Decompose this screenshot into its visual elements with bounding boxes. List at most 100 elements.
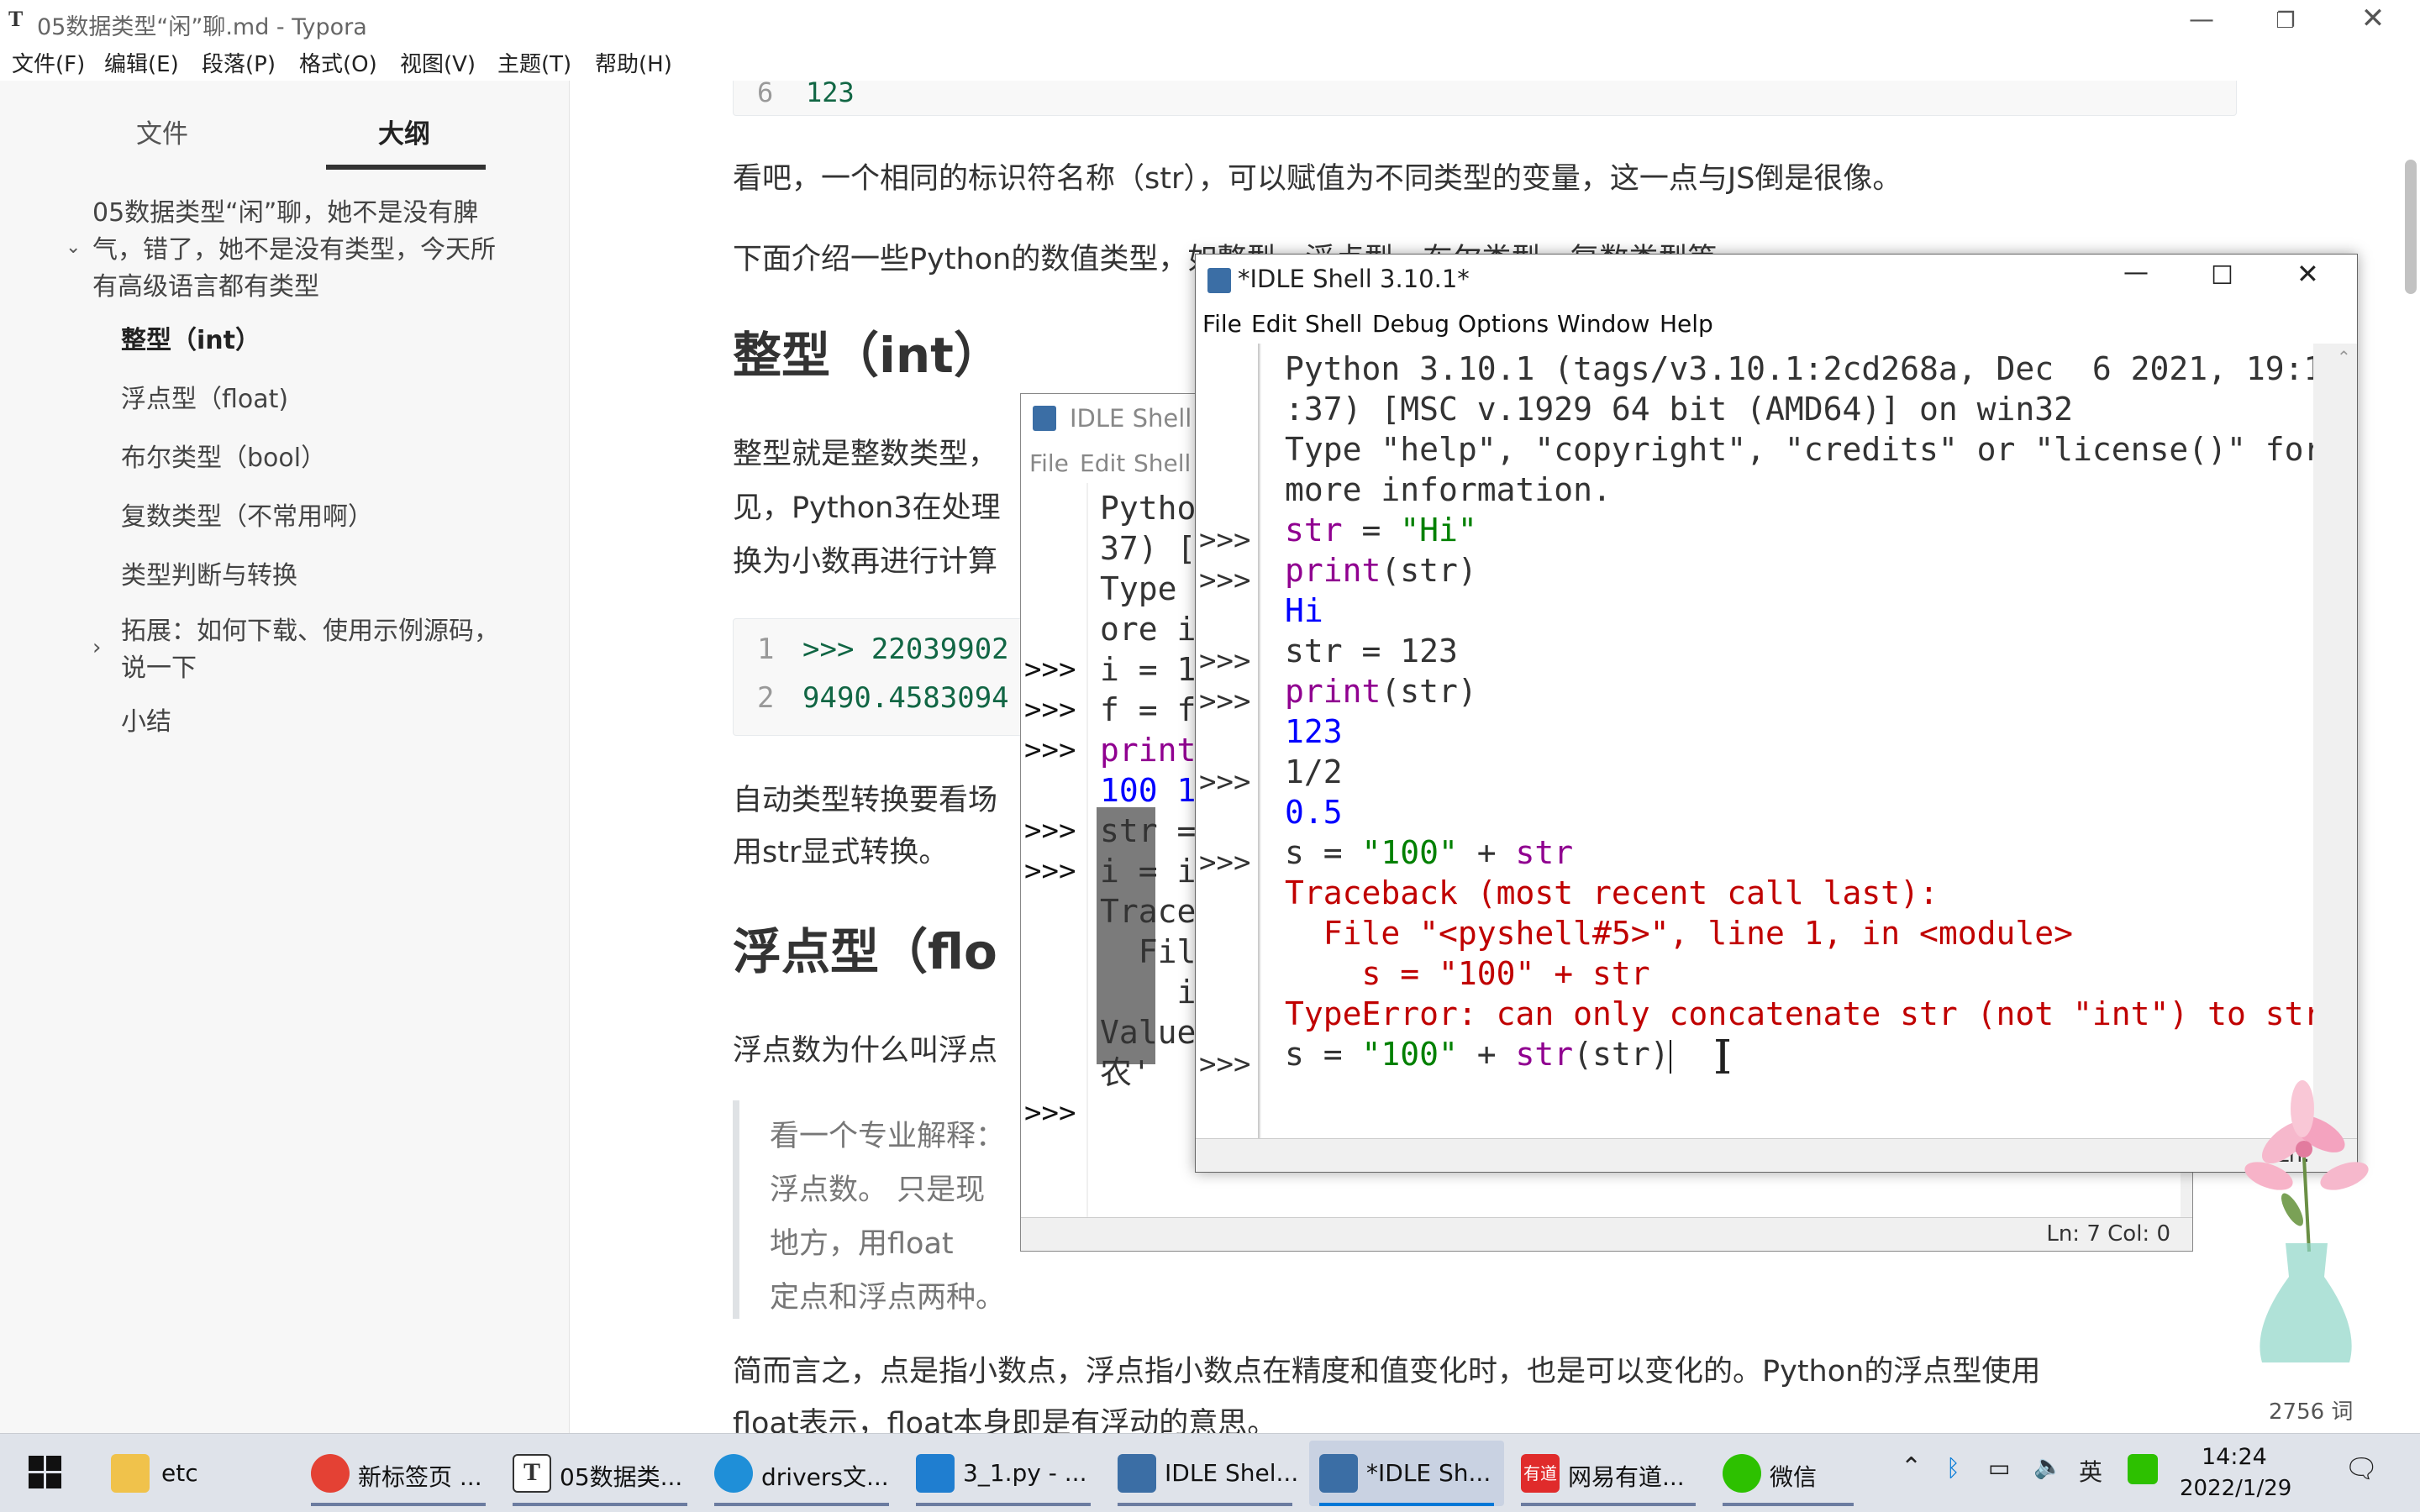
word-count[interactable]: 2756 词 <box>2269 1394 2353 1425</box>
tab-outline[interactable]: 大纲 <box>378 113 430 150</box>
idle-back-prompt-gutter: >>> >>> >>> >>> >>> >>> <box>1021 483 1086 1219</box>
shell-scrollbar[interactable]: ⌃ <box>2332 344 2357 1140</box>
error-line: TypeError: can only concatenate str (not… <box>1285 995 2313 1032</box>
clock-time[interactable]: 14:24 <box>2202 1444 2267 1470</box>
taskbar-label: etc <box>161 1459 198 1487</box>
taskbar-item-etc[interactable]: etc <box>99 1441 294 1506</box>
taskbar-label: 3_1.py - ... <box>963 1459 1087 1487</box>
menu-debug[interactable]: Debug <box>1372 310 1449 338</box>
scroll-up-icon[interactable]: ⌃ <box>2337 347 2351 367</box>
menu-edit[interactable]: Edit <box>1080 449 1125 477</box>
outline-item-extension[interactable]: 拓展：如何下载、使用示例源码， <box>121 613 499 650</box>
ime-indicator[interactable]: 英 <box>2079 1454 2102 1488</box>
outline-item-float[interactable]: 浮点型（float) <box>121 381 288 418</box>
outline-item-extension-line2[interactable]: 说一下 <box>121 650 197 687</box>
browser-icon <box>311 1454 350 1493</box>
typora-logo-icon: T <box>8 7 24 31</box>
idle-shell-window[interactable]: *IDLE Shell 3.10.1* — ☐ ✕ File Edit Shel… <box>1195 254 2358 1173</box>
tab-files[interactable]: 文件 <box>136 113 188 150</box>
shell-output-line: 123 <box>1285 713 1343 750</box>
menu-edit[interactable]: Edit <box>1251 310 1297 338</box>
shell-input-line-current[interactable]: s = "100" + str(str) <box>1285 1034 1671 1074</box>
bluetooth-icon[interactable]: ᛒ <box>1946 1454 1960 1482</box>
maximize-button[interactable]: ☐ <box>2211 261 2233 291</box>
idle-menubar: File Edit Shell Debug Options Window Hel… <box>1196 305 2357 344</box>
taskbar-item-browser[interactable]: 新标签页 ... <box>301 1441 496 1506</box>
prompt: >>> <box>1024 733 1076 767</box>
outline-item-complex[interactable]: 复数类型（不常用啊） <box>121 499 373 536</box>
menu-window[interactable]: Window <box>1557 310 1649 338</box>
outline-item-bool[interactable]: 布尔类型（bool） <box>121 440 326 477</box>
menu-theme[interactable]: 主题(T) <box>497 47 571 78</box>
sogou-icon[interactable] <box>2128 1454 2158 1484</box>
prompt: >>> <box>1024 653 1076 686</box>
clock-date[interactable]: 2022/1/29 <box>2180 1476 2291 1501</box>
paragraph: 整型就是整数类型， <box>733 438 998 471</box>
notification-icon[interactable]: 🗨 <box>2344 1452 2379 1484</box>
taskbar-item-idle-1[interactable]: IDLE Shel... <box>1107 1441 1302 1506</box>
close-button[interactable]: ✕ <box>2296 258 2319 290</box>
tray-expand-icon[interactable]: ⌃ <box>1901 1452 1922 1482</box>
prompt: >>> <box>1199 644 1251 678</box>
idle-titlebar[interactable]: *IDLE Shell 3.10.1* — ☐ ✕ <box>1196 255 2357 305</box>
args: (str) <box>1381 552 1477 589</box>
builtin: str <box>1515 834 1574 871</box>
error-line: File "<pyshell#5>", line 1, in <module> <box>1285 915 2073 952</box>
taskbar-item-idle-2-active[interactable]: *IDLE Sh... <box>1309 1441 1504 1506</box>
running-indicator <box>513 1503 687 1506</box>
shell-text-area[interactable]: Python 3.10.1 (tags/v3.10.1:2cd268a, Dec… <box>1261 344 2313 1140</box>
taskbar-item-youdao[interactable]: 有道 网易有道... <box>1511 1441 1706 1506</box>
prompt: >>> <box>1199 846 1251 879</box>
prompt: >>> <box>1199 523 1251 557</box>
builtin: print <box>1285 552 1381 589</box>
python-icon <box>1207 268 1231 293</box>
menu-edit[interactable]: 编辑(E) <box>104 47 179 78</box>
menu-format[interactable]: 格式(O) <box>299 47 377 78</box>
outline-item-type-conversion[interactable]: 类型判断与转换 <box>121 558 297 595</box>
menu-options[interactable]: Options <box>1458 310 1549 338</box>
menu-shell[interactable]: Shell <box>1134 449 1191 477</box>
menu-view[interactable]: 视图(V) <box>400 47 476 78</box>
window-title: 05数据类型“闲”聊.md - Typora <box>37 14 367 40</box>
minimize-button[interactable]: — <box>2176 5 2227 34</box>
chevron-down-icon[interactable]: ⌄ <box>66 237 81 258</box>
banner-line: Type "help", "copyright", "credits" or "… <box>1285 431 2313 468</box>
outline-item-title[interactable]: 05数据类型“闲”聊，她不是没有脾 <box>92 195 478 232</box>
taskbar-item-vscode[interactable]: 3_1.py - ... <box>906 1441 1101 1506</box>
prompt: >>> <box>1199 765 1251 799</box>
code-line: 9490.4583094 <box>802 681 1009 715</box>
close-button[interactable]: ✕ <box>2348 2 2398 35</box>
minimize-button[interactable]: — <box>2123 258 2149 287</box>
chevron-right-icon[interactable]: › <box>92 635 101 660</box>
editor-scrollbar-thumb[interactable] <box>2405 160 2417 294</box>
menu-help[interactable]: 帮助(H) <box>595 47 672 78</box>
idle-statusbar: Ln: <box>1196 1138 2357 1172</box>
menu-shell[interactable]: Shell <box>1305 310 1362 338</box>
shell-output-line: Hi <box>1285 592 1323 629</box>
taskbar-item-edge[interactable]: drivers文... <box>704 1441 899 1506</box>
menu-paragraph[interactable]: 段落(P) <box>202 47 276 78</box>
windows-start-icon[interactable] <box>29 1456 62 1489</box>
taskbar-item-typora[interactable]: T 05数据类... <box>502 1441 697 1506</box>
menu-help[interactable]: Help <box>1660 310 1713 338</box>
cursor-position: Ln: 7 Col: 0 <box>2046 1221 2170 1247</box>
taskbar-item-wechat[interactable]: 微信 <box>1712 1441 1864 1506</box>
running-indicator <box>714 1503 889 1506</box>
outline-item-title-line3[interactable]: 有高级语言都有类型 <box>92 269 319 306</box>
paragraph: 简而言之，点是指小数点，浮点指小数点在精度和值变化时，也是可以变化的。Pytho… <box>733 1355 2041 1389</box>
menu-file[interactable]: File <box>1202 310 1242 338</box>
idle-back-title: IDLE Shell 3 <box>1070 404 1215 433</box>
menu-file[interactable]: File <box>1029 449 1069 477</box>
outline-item-int[interactable]: 整型（int） <box>121 323 260 360</box>
restore-button[interactable]: ❐ <box>2260 8 2311 34</box>
prompt-gutter: >>> >>> >>> >>> >>> >>> >>> <box>1196 344 1260 1140</box>
network-icon[interactable]: ▭ <box>1988 1454 2010 1482</box>
paragraph: 换为小数再进行计算 <box>733 545 998 579</box>
outline-item-title-line2[interactable]: 气，错了，她不是没有类型，今天所 <box>92 232 496 269</box>
volume-icon[interactable]: 🔈 <box>2033 1452 2063 1480</box>
outline-item-summary[interactable]: 小结 <box>121 704 171 741</box>
quote-line: 地方，用float <box>770 1227 954 1261</box>
menu-file[interactable]: 文件(F) <box>12 47 85 78</box>
code-line-number: 1 <box>757 633 775 666</box>
paragraph: 浮点数为什么叫浮点 <box>733 1034 998 1068</box>
